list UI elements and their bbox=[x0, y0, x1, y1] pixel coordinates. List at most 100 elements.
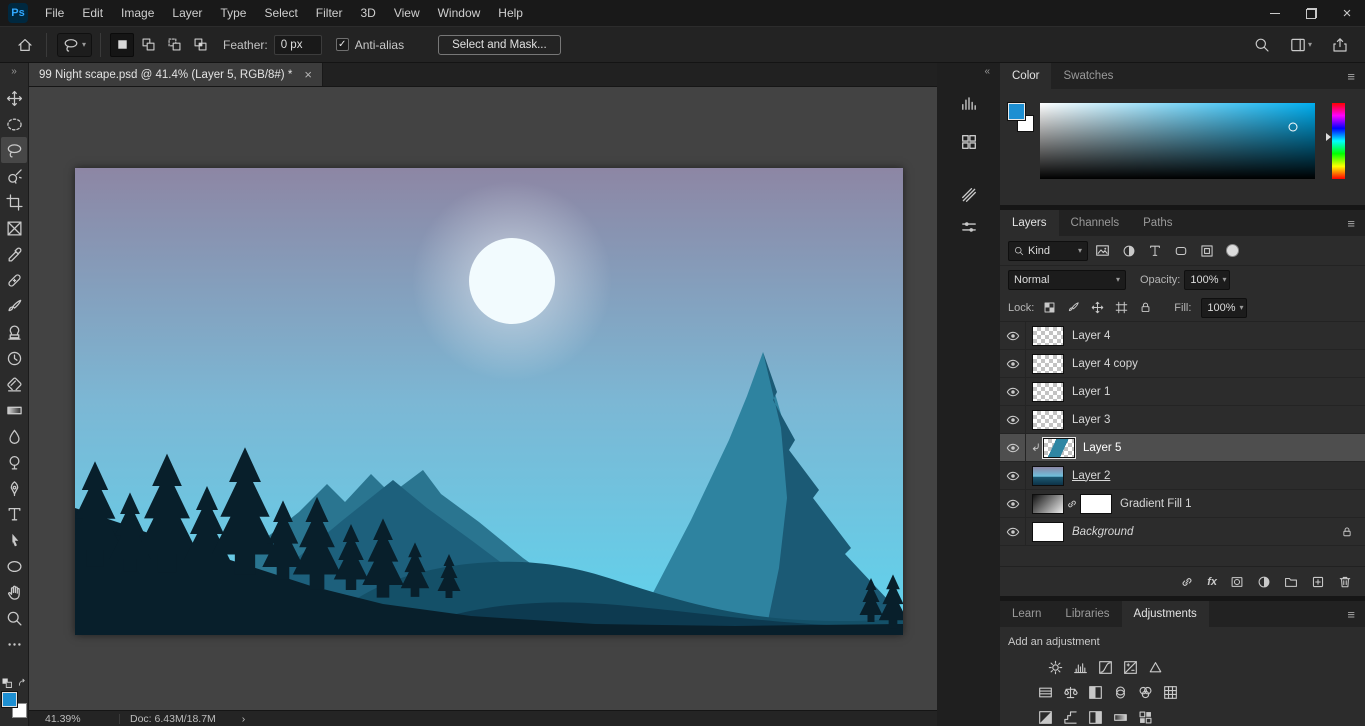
tab-libraries[interactable]: Libraries bbox=[1053, 601, 1121, 627]
filter-smart-objects-button[interactable] bbox=[1195, 240, 1218, 262]
vibrance-button[interactable] bbox=[1146, 658, 1164, 676]
channel-mixer-button[interactable] bbox=[1136, 683, 1154, 701]
filter-adjustment-layers-button[interactable] bbox=[1117, 240, 1140, 262]
document-canvas[interactable] bbox=[75, 168, 903, 635]
default-colors-icon[interactable] bbox=[1, 677, 13, 689]
filter-pixel-layers-button[interactable] bbox=[1091, 240, 1114, 262]
intersect-selection-button[interactable] bbox=[188, 33, 212, 57]
layer-row[interactable]: Layer 2 bbox=[1000, 462, 1365, 490]
pen-tool[interactable] bbox=[1, 475, 27, 501]
new-layer-icon[interactable] bbox=[1311, 575, 1325, 589]
lock-all-button[interactable] bbox=[1136, 301, 1154, 314]
edit-toolbar-button[interactable] bbox=[1, 631, 27, 657]
frame-tool[interactable] bbox=[1, 215, 27, 241]
layer-row[interactable]: Layer 3 bbox=[1000, 406, 1365, 434]
tab-learn[interactable]: Learn bbox=[1000, 601, 1053, 627]
dodge-tool[interactable] bbox=[1, 449, 27, 475]
gradient-map-button[interactable] bbox=[1111, 708, 1129, 726]
layer-thumbnail[interactable] bbox=[1032, 382, 1064, 402]
visibility-toggle[interactable] bbox=[1000, 350, 1026, 377]
share-button[interactable] bbox=[1327, 32, 1353, 58]
expand-toolbar-button[interactable]: » bbox=[11, 63, 17, 79]
add-layer-mask-icon[interactable] bbox=[1230, 575, 1244, 589]
lock-artboard-button[interactable] bbox=[1112, 301, 1130, 314]
search-button[interactable] bbox=[1249, 32, 1275, 58]
layer-row[interactable]: Layer 1 bbox=[1000, 378, 1365, 406]
menu-file[interactable]: File bbox=[36, 0, 73, 26]
menu-layer[interactable]: Layer bbox=[163, 0, 211, 26]
levels-button[interactable] bbox=[1071, 658, 1089, 676]
menu-image[interactable]: Image bbox=[112, 0, 163, 26]
brush-tool[interactable] bbox=[1, 293, 27, 319]
tool-preset-picker[interactable]: ▾ bbox=[57, 33, 92, 57]
saturation-brightness-field[interactable] bbox=[1040, 103, 1315, 179]
brightness-contrast-button[interactable] bbox=[1046, 658, 1064, 676]
layer-thumbnail[interactable] bbox=[1032, 522, 1064, 542]
color-lookup-button[interactable] bbox=[1161, 683, 1179, 701]
foreground-color-swatch[interactable] bbox=[1008, 103, 1025, 120]
zoom-tool[interactable] bbox=[1, 605, 27, 631]
clone-stamp-tool[interactable] bbox=[1, 319, 27, 345]
layer-thumbnail[interactable] bbox=[1032, 326, 1064, 346]
lock-position-button[interactable] bbox=[1088, 301, 1106, 314]
photo-filter-button[interactable] bbox=[1111, 683, 1129, 701]
tab-paths[interactable]: Paths bbox=[1131, 210, 1184, 236]
menu-edit[interactable]: Edit bbox=[73, 0, 112, 26]
minimize-button[interactable] bbox=[1257, 0, 1293, 26]
move-tool[interactable] bbox=[1, 85, 27, 111]
history-brush-tool[interactable] bbox=[1, 345, 27, 371]
layer-row-selected[interactable]: Layer 5 bbox=[1000, 434, 1365, 462]
visibility-toggle[interactable] bbox=[1000, 462, 1026, 489]
menu-select[interactable]: Select bbox=[255, 0, 306, 26]
hand-tool[interactable] bbox=[1, 579, 27, 605]
menu-filter[interactable]: Filter bbox=[307, 0, 352, 26]
swap-colors-icon[interactable] bbox=[16, 677, 28, 689]
menu-window[interactable]: Window bbox=[429, 0, 490, 26]
blur-tool[interactable] bbox=[1, 423, 27, 449]
blend-mode-dropdown[interactable]: Normal ▾ bbox=[1008, 270, 1126, 290]
filter-type-layers-button[interactable] bbox=[1143, 240, 1166, 262]
fill-dropdown[interactable]: 100% ▾ bbox=[1201, 298, 1247, 318]
lock-transparency-button[interactable] bbox=[1040, 301, 1058, 314]
zoom-level-field[interactable]: 41.39% bbox=[45, 713, 109, 725]
hue-slider[interactable] bbox=[1332, 103, 1345, 179]
visibility-toggle[interactable] bbox=[1000, 490, 1026, 517]
tab-channels[interactable]: Channels bbox=[1059, 210, 1132, 236]
foreground-background-swatches[interactable] bbox=[2, 692, 27, 718]
layer-thumbnail[interactable] bbox=[1043, 438, 1075, 458]
tab-swatches[interactable]: Swatches bbox=[1051, 63, 1125, 89]
crop-tool[interactable] bbox=[1, 189, 27, 215]
collapse-dock-button[interactable]: « bbox=[984, 63, 1000, 79]
layer-thumbnail[interactable] bbox=[1032, 466, 1064, 486]
filter-kind-dropdown[interactable]: Kind ▾ bbox=[1008, 241, 1088, 261]
link-layers-icon[interactable] bbox=[1180, 575, 1194, 589]
filter-shape-layers-button[interactable] bbox=[1169, 240, 1192, 262]
quick-selection-tool[interactable] bbox=[1, 163, 27, 189]
exposure-button[interactable] bbox=[1121, 658, 1139, 676]
home-button[interactable] bbox=[12, 32, 38, 58]
new-adjustment-layer-icon[interactable] bbox=[1257, 575, 1271, 589]
layers-panel-menu-button[interactable]: ≡ bbox=[1337, 210, 1365, 236]
visibility-toggle[interactable] bbox=[1000, 518, 1026, 545]
selective-color-button[interactable] bbox=[1136, 708, 1154, 726]
menu-view[interactable]: View bbox=[385, 0, 429, 26]
subtract-from-selection-button[interactable] bbox=[162, 33, 186, 57]
ellipse-tool[interactable] bbox=[1, 553, 27, 579]
posterize-button[interactable] bbox=[1061, 708, 1079, 726]
delete-layer-icon[interactable] bbox=[1338, 575, 1352, 589]
tab-layers[interactable]: Layers bbox=[1000, 210, 1059, 236]
gradient-fill-thumbnail[interactable] bbox=[1032, 494, 1064, 514]
menu-3d[interactable]: 3D bbox=[351, 0, 384, 26]
document-tab[interactable]: 99 Night scape.psd @ 41.4% (Layer 5, RGB… bbox=[29, 63, 323, 86]
lasso-tool[interactable] bbox=[1, 137, 27, 163]
path-selection-tool[interactable] bbox=[1, 527, 27, 553]
status-options-chevron[interactable]: › bbox=[242, 713, 246, 725]
layer-row[interactable]: Gradient Fill 1 bbox=[1000, 490, 1365, 518]
layer-filtering-toggle[interactable] bbox=[1226, 244, 1239, 257]
visibility-toggle[interactable] bbox=[1000, 322, 1026, 349]
type-tool[interactable] bbox=[1, 501, 27, 527]
layer-style-button[interactable]: fx bbox=[1207, 576, 1217, 588]
menu-help[interactable]: Help bbox=[489, 0, 532, 26]
close-button[interactable]: × bbox=[1329, 0, 1365, 26]
layer-row[interactable]: Layer 4 bbox=[1000, 322, 1365, 350]
